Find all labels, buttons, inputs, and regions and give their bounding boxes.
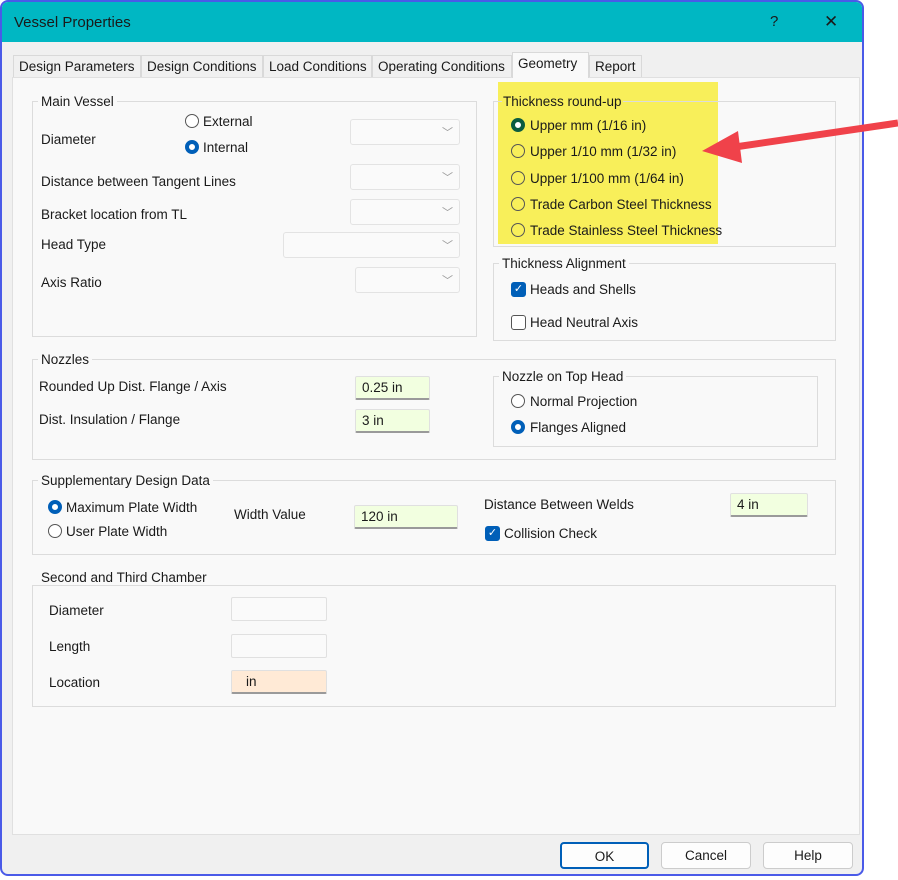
- tab-geometry[interactable]: Geometry: [512, 52, 589, 78]
- annotation-arrow: [702, 119, 898, 163]
- arrow-shaft: [734, 119, 898, 151]
- arrow-head: [702, 131, 742, 163]
